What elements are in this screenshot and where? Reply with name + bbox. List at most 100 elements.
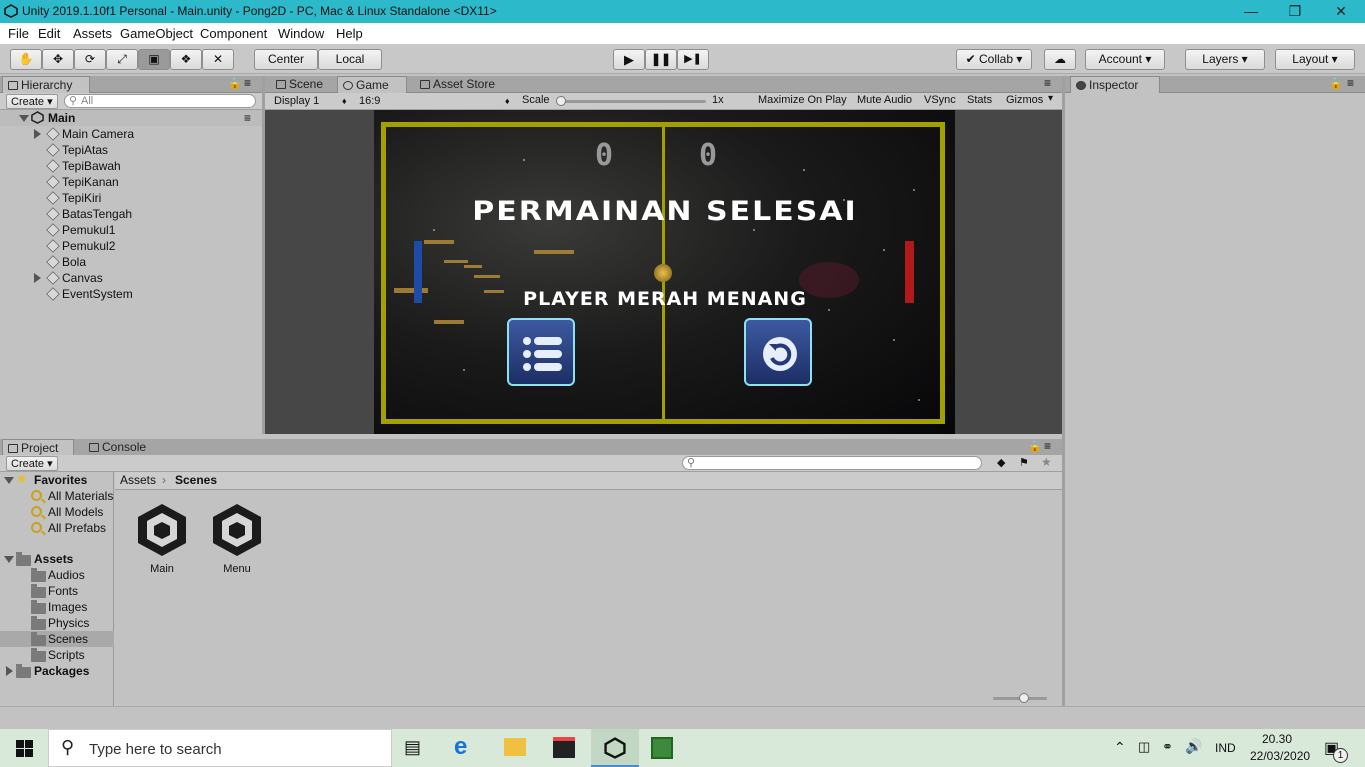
wifi-icon[interactable]: ⚭ (1162, 739, 1173, 755)
filter-type-icon[interactable]: ◆ (997, 456, 1005, 469)
hierarchy-item[interactable]: BatasTengah (0, 206, 262, 222)
hierarchy-item[interactable]: Pemukul2 (0, 238, 262, 254)
mute-audio-toggle[interactable]: Mute Audio (857, 94, 912, 106)
favorites-row[interactable]: ★ Favorites (0, 471, 114, 488)
store-taskbar-icon[interactable] (553, 737, 575, 758)
icon-size-slider-thumb[interactable] (1019, 693, 1029, 703)
clock-time[interactable]: 20.30 (1262, 732, 1292, 746)
restore-icon[interactable]: ❐ (1272, 0, 1318, 23)
menu-component[interactable]: Component (200, 26, 267, 41)
minimize-icon[interactable]: — (1228, 0, 1274, 23)
rect-tool-icon[interactable]: ▣ (138, 49, 170, 70)
filter-label-icon[interactable]: ⚑ (1019, 456, 1029, 469)
icon-size-slider[interactable] (993, 693, 1047, 703)
game-panel-menu-icon[interactable]: ≡ (1044, 76, 1051, 90)
breadcrumb-assets[interactable]: Assets (120, 472, 156, 489)
rotate-tool-icon[interactable]: ⟳ (74, 49, 106, 70)
scene-file-main[interactable]: Main (130, 500, 194, 580)
hierarchy-item[interactable]: Main Camera (0, 126, 262, 142)
folder-item[interactable]: Scripts (0, 647, 114, 663)
menu-button[interactable] (507, 318, 575, 386)
folder-item[interactable]: Physics (0, 615, 114, 631)
file-explorer-icon[interactable] (504, 738, 526, 756)
display-dropdown[interactable]: Display 1 ♦ (270, 94, 350, 109)
assets-row[interactable]: Assets (0, 551, 114, 567)
vsync-toggle[interactable]: VSync (924, 94, 956, 106)
favorite-star-icon[interactable]: ★ (1041, 455, 1052, 469)
scene-menu-icon[interactable]: ≡ (244, 110, 251, 126)
close-icon[interactable]: ✕ (1318, 0, 1364, 23)
gizmos-arrow-icon[interactable]: ▾ (1048, 93, 1053, 104)
pivot-center-button[interactable]: Center (254, 49, 318, 70)
packages-row[interactable]: Packages (0, 663, 114, 679)
spreadsheet-app-icon[interactable] (651, 737, 673, 759)
breadcrumb-scenes[interactable]: Scenes (175, 472, 217, 489)
hierarchy-item[interactable]: EventSystem (0, 286, 262, 302)
menu-window[interactable]: Window (278, 26, 324, 41)
maximize-on-play-toggle[interactable]: Maximize On Play (758, 94, 847, 106)
pause-icon[interactable]: ❚❚ (645, 49, 677, 70)
collab-dropdown[interactable]: ✔ Collab ▾ (956, 49, 1032, 70)
tab-asset-store[interactable]: Asset Store (415, 76, 515, 93)
scale-slider[interactable] (556, 96, 706, 106)
favorites-item[interactable]: All Prefabs (0, 520, 114, 536)
hierarchy-item[interactable]: TepiBawah (0, 158, 262, 174)
expand-arrow-icon[interactable] (19, 115, 29, 122)
step-icon[interactable]: ▶❚ (677, 49, 709, 70)
project-create-dropdown[interactable]: Create ▾ (6, 456, 58, 471)
folder-item[interactable]: Images (0, 599, 114, 615)
hierarchy-item[interactable]: TepiAtas (0, 142, 262, 158)
scene-root-row[interactable]: Main ≡ (0, 110, 262, 126)
show-hidden-icons-icon[interactable]: ⌃ (1114, 739, 1126, 756)
favorites-expand-icon[interactable] (4, 477, 14, 484)
tab-hierarchy[interactable]: Hierarchy (2, 76, 90, 93)
aspect-dropdown[interactable]: 16:9 ♦ (355, 94, 517, 109)
language-indicator[interactable]: IND (1215, 741, 1236, 755)
transform-tool-icon[interactable]: ❖ (170, 49, 202, 70)
layers-dropdown[interactable]: Layers ▾ (1185, 49, 1265, 70)
menu-assets[interactable]: Assets (73, 26, 112, 41)
inspector-lock-icon[interactable]: 🔒 (1329, 77, 1343, 90)
windows-start-icon[interactable] (16, 740, 33, 757)
game-view[interactable]: 0 0 PERMAINAN SELESAI PLAYER MERAH MENAN… (265, 110, 1062, 434)
folder-item[interactable]: Fonts (0, 583, 114, 599)
game-canvas[interactable]: 0 0 PERMAINAN SELESAI PLAYER MERAH MENAN… (374, 110, 955, 434)
hand-tool-icon[interactable]: ✋ (10, 49, 42, 70)
menu-edit[interactable]: Edit (38, 26, 60, 41)
stats-toggle[interactable]: Stats (967, 94, 992, 106)
edge-browser-icon[interactable]: e (454, 733, 467, 761)
assets-expand-icon[interactable] (4, 556, 14, 563)
scene-file-menu[interactable]: Menu (205, 500, 269, 580)
folder-item[interactable]: Scenes (0, 631, 114, 647)
hierarchy-search-input[interactable]: ⚲ All (64, 94, 256, 108)
menu-file[interactable]: File (8, 26, 29, 41)
cloud-icon[interactable]: ☁ (1044, 49, 1076, 70)
tab-inspector[interactable]: Inspector (1070, 76, 1160, 93)
hierarchy-item[interactable]: Bola (0, 254, 262, 270)
move-tool-icon[interactable]: ✥ (42, 49, 74, 70)
menu-help[interactable]: Help (336, 26, 363, 41)
expand-arrow-icon[interactable] (34, 129, 41, 139)
menu-gameobject[interactable]: GameObject (120, 26, 193, 41)
gizmos-dropdown[interactable]: Gizmos (1006, 94, 1043, 106)
tab-game[interactable]: Game (337, 76, 407, 93)
hierarchy-item[interactable]: TepiKanan (0, 174, 262, 190)
battery-icon[interactable]: ◫ (1138, 739, 1150, 755)
unity-taskbar-button[interactable] (591, 729, 639, 767)
play-icon[interactable]: ▶ (613, 49, 645, 70)
scale-slider-thumb[interactable] (556, 96, 566, 106)
panel-menu-icon[interactable]: ≡ (244, 76, 251, 90)
hierarchy-item[interactable]: TepiKiri (0, 190, 262, 206)
task-view-icon[interactable]: ▤ (404, 737, 421, 758)
inspector-menu-icon[interactable]: ≡ (1347, 76, 1354, 90)
hierarchy-item[interactable]: Pemukul1 (0, 222, 262, 238)
lock-icon[interactable]: 🔒 (228, 77, 242, 90)
tab-console[interactable]: Console (84, 439, 164, 456)
taskbar-search-input[interactable]: ⚲ Type here to search (48, 729, 392, 767)
hierarchy-item[interactable]: Canvas (0, 270, 262, 286)
tab-project[interactable]: Project (2, 439, 74, 456)
expand-arrow-icon[interactable] (34, 273, 41, 283)
restart-button[interactable] (744, 318, 812, 386)
volume-icon[interactable]: 🔊 (1185, 738, 1202, 755)
pivot-local-button[interactable]: Local (318, 49, 382, 70)
